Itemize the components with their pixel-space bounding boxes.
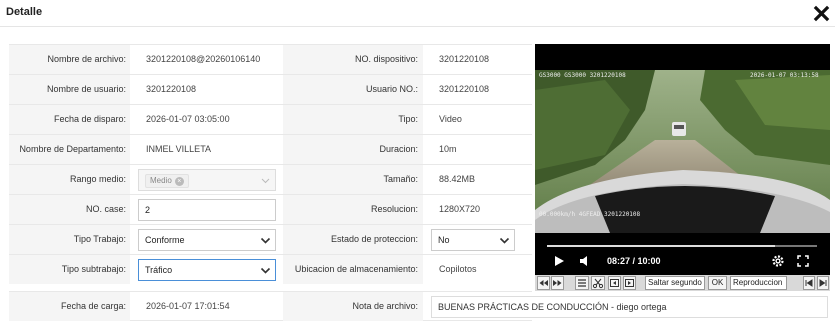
previous-button[interactable] <box>803 276 815 290</box>
frame-back-button[interactable] <box>608 276 621 290</box>
frame-forward-icon <box>625 279 634 287</box>
storage-location-value: Copilotos <box>439 264 477 274</box>
form-row: NO. case: 2 Resolucion: 1280X720 <box>9 194 532 224</box>
rewind-button[interactable] <box>537 276 550 290</box>
video-frame <box>535 70 830 233</box>
form-row: Nombre de archivo: 3201220108@2026010614… <box>9 44 532 74</box>
file-note-label: Nota de archivo: <box>352 301 418 311</box>
dialog-title: Detalle <box>6 6 43 18</box>
seek-bar[interactable] <box>547 245 817 247</box>
department-value: INMEL VILLETA <box>146 144 212 154</box>
dialog-header: Detalle <box>0 0 835 27</box>
trigger-date-label: Fecha de disparo: <box>53 114 126 124</box>
device-no-label: NO. dispositivo: <box>354 54 418 64</box>
clip-button[interactable] <box>591 276 605 290</box>
work-type-label: Tipo Trabajo: <box>73 234 126 244</box>
frame-forward-button[interactable] <box>623 276 636 290</box>
detail-form: Nombre de archivo: 3201220108@2026010614… <box>9 44 828 321</box>
type-label: Tipo: <box>398 114 418 124</box>
chevron-down-icon <box>499 237 510 244</box>
scissors-icon <box>592 278 604 289</box>
fast-forward-button[interactable] <box>551 276 564 290</box>
duration-value: 10m <box>439 144 457 154</box>
remove-tag-icon: × <box>174 177 184 186</box>
playback-toolbar: Saltar segundo OK Reproduccion <box>535 275 830 291</box>
case-no-label: NO. case: <box>85 204 126 214</box>
trigger-date-value: 2026-01-07 03:05:00 <box>146 114 230 124</box>
device-no-value: 3201220108 <box>439 54 490 64</box>
playlist-button[interactable] <box>575 276 589 290</box>
form-row: Fecha de carga: 2026-01-07 17:01:54 Nota… <box>9 291 828 321</box>
user-no-label: Usuario NO.: <box>365 84 418 94</box>
media-range-select: Medio × <box>138 169 276 191</box>
media-range-tag: Medio × <box>145 174 189 188</box>
subwork-type-label: Tipo subtrabajo: <box>61 264 126 274</box>
settings-gear-icon[interactable] <box>771 254 785 268</box>
frame-back-icon <box>610 279 619 287</box>
file-note-input[interactable]: BUENAS PRÁCTICAS DE CONDUCCIÓN - diego o… <box>431 296 828 318</box>
close-icon[interactable] <box>813 5 830 22</box>
play-icon[interactable] <box>553 255 565 267</box>
next-button[interactable] <box>817 276 829 290</box>
seek-progress <box>547 245 776 247</box>
protection-label: Estado de proteccion: <box>330 234 418 244</box>
duration-label: Duracion: <box>379 144 418 154</box>
form-row: Tipo subtrabajo: Tráfico Ubicacion de al… <box>9 254 532 284</box>
storage-location-label: Ubicacion de almacenamiento: <box>294 264 418 274</box>
department-label: Nombre de Departamento: <box>19 144 126 154</box>
form-row: Fecha de disparo: 2026-01-07 03:05:00 Ti… <box>9 104 532 134</box>
upload-date-value: 2026-01-07 17:01:54 <box>146 301 230 311</box>
size-label: Tamaño: <box>383 174 418 184</box>
fast-forward-icon <box>553 280 562 286</box>
skip-ok-button[interactable]: OK <box>708 276 727 290</box>
form-row: Nombre de usuario: 3201220108 Usuario NO… <box>9 74 532 104</box>
form-row: Tipo Trabajo: Conforme Estado de protecc… <box>9 224 532 254</box>
user-name-label: Nombre de usuario: <box>46 84 126 94</box>
subwork-type-select[interactable]: Tráfico <box>138 259 276 281</box>
file-name-value: 3201220108@20260106140 <box>146 54 261 64</box>
playback-speed-select[interactable]: Reproduccion <box>730 276 787 290</box>
video-player[interactable]: GS3000 GS3000 3201220108 2026-01-07 03:1… <box>535 44 830 291</box>
chevron-down-icon <box>260 267 271 274</box>
skip-seconds-input[interactable]: Saltar segundo <box>645 276 705 290</box>
user-no-value: 3201220108 <box>439 84 490 94</box>
protection-select[interactable]: No <box>431 229 515 251</box>
user-name-value: 3201220108 <box>146 84 197 94</box>
rewind-icon <box>539 280 548 286</box>
work-type-select[interactable]: Conforme <box>138 229 276 251</box>
case-no-input[interactable]: 2 <box>138 199 276 221</box>
list-icon <box>578 279 586 287</box>
fullscreen-icon[interactable] <box>797 255 809 267</box>
video-time: 08:27 / 10:00 <box>607 256 661 266</box>
form-row: Rango medio: Medio × Tamaño: 88.42MB <box>9 164 532 194</box>
upload-date-label: Fecha de carga: <box>60 301 126 311</box>
form-row: Nombre de Departamento: INMEL VILLETA Du… <box>9 134 532 164</box>
file-name-label: Nombre de archivo: <box>47 54 126 64</box>
chevron-down-icon <box>261 178 270 184</box>
resolution-label: Resolucion: <box>370 204 418 214</box>
osd-speed: 00.000km/h 4GFEAD 3201220108 <box>539 211 641 218</box>
chevron-down-icon <box>260 237 271 244</box>
osd-device: GS3000 GS3000 3201220108 <box>539 72 626 79</box>
osd-timestamp: 2026-01-07 03:13:58 <box>750 72 819 79</box>
size-value: 88.42MB <box>439 174 476 184</box>
media-range-label: Rango medio: <box>69 174 126 184</box>
resolution-value: 1280X720 <box>439 204 481 214</box>
skip-next-icon <box>819 279 827 287</box>
volume-icon[interactable] <box>579 255 592 267</box>
type-value: Video <box>439 114 462 124</box>
skip-previous-icon <box>805 279 813 287</box>
